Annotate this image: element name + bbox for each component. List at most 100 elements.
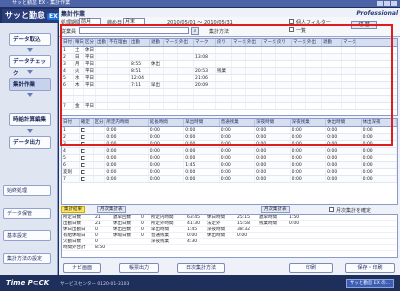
top-row-cell[interactable]	[276, 75, 292, 81]
top-row-cell[interactable]	[216, 61, 232, 67]
table-row[interactable]: 5 水平日 12:04 21:06	[62, 75, 397, 82]
top-row-cell[interactable]	[130, 103, 150, 109]
table-row[interactable]: 6 0:00 0:00 1:45 0:00 0:00 0:00 0:00 0:00	[62, 162, 397, 169]
top-row-cell[interactable]: 20:09	[194, 82, 216, 88]
table-row[interactable]: 1 土休日	[62, 47, 397, 54]
top-row-cell[interactable]	[262, 89, 276, 95]
top-row-cell[interactable]: 4	[62, 68, 74, 74]
top-row-cell[interactable]	[178, 75, 194, 81]
top-row-cell[interactable]	[342, 54, 356, 60]
checkbox-icon[interactable]	[80, 169, 85, 174]
top-row-cell[interactable]	[262, 68, 276, 74]
top-row-cell[interactable]	[276, 82, 292, 88]
top-row-cell[interactable]: 5	[62, 75, 74, 81]
top-row-cell[interactable]	[292, 103, 306, 109]
top-row-cell[interactable]	[194, 61, 216, 67]
table-row[interactable]	[62, 89, 397, 96]
save-print-button[interactable]: 保存・印刷	[345, 263, 395, 273]
checkbox-icon[interactable]	[80, 141, 85, 146]
top-row-cell[interactable]	[322, 103, 342, 109]
checkbox-icon[interactable]	[80, 148, 85, 153]
top-row-cell[interactable]: 8:55	[130, 61, 150, 67]
top-row-cell[interactable]	[276, 68, 292, 74]
switch-button[interactable]: 切 替	[351, 21, 377, 29]
top-row-cell[interactable]: 6	[62, 82, 74, 88]
top-row-cell[interactable]	[150, 96, 164, 102]
top-row-cell[interactable]	[342, 68, 356, 74]
top-row-cell[interactable]	[246, 103, 262, 109]
top-row-cell[interactable]	[262, 47, 276, 53]
top-row-cell[interactable]	[262, 61, 276, 67]
tool-data-store[interactable]: データ保管	[3, 208, 51, 219]
top-row-cell[interactable]: 残業	[216, 68, 232, 74]
top-row-cell[interactable]	[130, 96, 150, 102]
top-row-cell[interactable]	[292, 82, 306, 88]
table-row[interactable]: 3 月平日 8:55 休出	[62, 61, 397, 68]
top-row-cell[interactable]	[306, 96, 322, 102]
top-row-cell[interactable]	[322, 68, 342, 74]
top-row-cell[interactable]	[130, 89, 150, 95]
top-row-cell[interactable]	[322, 54, 342, 60]
top-row-cell[interactable]	[342, 103, 356, 109]
top-row-cell[interactable]	[96, 61, 108, 67]
top-row-cell[interactable]	[150, 47, 164, 53]
top-row-cell[interactable]	[306, 54, 322, 60]
top-row-cell[interactable]: 2	[62, 54, 74, 60]
table-row[interactable]: 7 0:00 0:00 0:00 0:00 0:00 0:00 0:00 0:00	[62, 176, 397, 183]
top-row-cell[interactable]	[292, 96, 306, 102]
table-row[interactable]: 7 金平日	[62, 103, 397, 110]
top-row-cell[interactable]	[150, 68, 164, 74]
top-row-cell[interactable]	[164, 75, 178, 81]
checkbox-icon[interactable]	[80, 134, 85, 139]
table-row[interactable]: 3 0:00 0:00 0:00 0:00 0:00 0:00 0:00 0:00	[62, 141, 397, 148]
top-row-cell[interactable]: 木	[74, 82, 84, 88]
top-row-cell[interactable]	[232, 61, 246, 67]
top-row-cell[interactable]	[108, 47, 130, 53]
top-row-cell[interactable]	[292, 61, 306, 67]
top-row-cell[interactable]: 7	[62, 103, 74, 109]
top-row-cell[interactable]	[178, 103, 194, 109]
top-row-cell[interactable]: 休日	[84, 47, 96, 53]
top-row-cell[interactable]	[164, 54, 178, 60]
top-row-cell[interactable]	[150, 103, 164, 109]
top-row-cell[interactable]	[164, 89, 178, 95]
top-row-cell[interactable]	[322, 89, 342, 95]
top-row-cell[interactable]	[276, 89, 292, 95]
top-row-cell[interactable]	[108, 82, 130, 88]
top-row-cell[interactable]	[322, 82, 342, 88]
top-row-cell[interactable]: 平日	[84, 82, 96, 88]
top-row-cell[interactable]	[178, 47, 194, 53]
top-row-cell[interactable]	[232, 68, 246, 74]
top-row-cell[interactable]	[276, 47, 292, 53]
top-row-cell[interactable]	[178, 61, 194, 67]
top-row-cell[interactable]	[232, 54, 246, 60]
top-row-cell[interactable]: 平日	[84, 75, 96, 81]
confirm-checkbox[interactable]	[80, 134, 94, 140]
top-row-cell[interactable]: 1	[62, 47, 74, 53]
top-row-cell[interactable]	[232, 103, 246, 109]
top-row-cell[interactable]	[74, 89, 84, 95]
top-row-cell[interactable]	[164, 103, 178, 109]
top-row-cell[interactable]	[194, 47, 216, 53]
individual-filter-checkbox[interactable]	[289, 19, 294, 24]
search-icon[interactable]: ⌕	[191, 27, 199, 35]
top-row-cell[interactable]	[306, 68, 322, 74]
top-row-cell[interactable]: 12:04	[130, 75, 150, 81]
top-row-cell[interactable]	[262, 82, 276, 88]
top-row-cell[interactable]	[342, 47, 356, 53]
top-row-cell[interactable]	[246, 75, 262, 81]
minimize-icon[interactable]	[377, 1, 383, 6]
top-row-cell[interactable]	[96, 54, 108, 60]
top-row-cell[interactable]	[216, 54, 232, 60]
top-row-cell[interactable]	[108, 61, 130, 67]
list-checkbox[interactable]	[289, 27, 294, 32]
top-row-cell[interactable]	[306, 89, 322, 95]
confirm-checkbox[interactable]	[80, 127, 94, 133]
top-row-cell[interactable]	[216, 82, 232, 88]
sidebar-item-data-check[interactable]: データチェック	[9, 55, 51, 77]
print-button[interactable]: 印刷	[289, 263, 333, 273]
top-row-cell[interactable]: 休出	[150, 61, 164, 67]
top-row-cell[interactable]	[292, 89, 306, 95]
top-row-cell[interactable]	[178, 54, 194, 60]
top-row-cell[interactable]	[276, 61, 292, 67]
